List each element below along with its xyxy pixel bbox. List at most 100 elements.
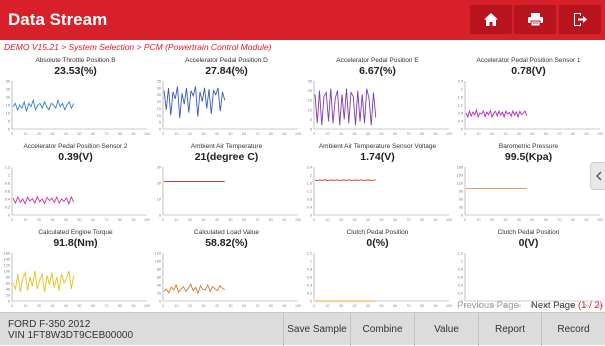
y-tick-label: 30: [157, 166, 161, 170]
y-tick-label: 20: [157, 100, 161, 104]
y-tick-label: 0: [8, 128, 10, 132]
side-panel-toggle[interactable]: [590, 162, 605, 190]
data-stream-item[interactable]: Ambient Air Temperature 21(degree C) 30 20 1…: [151, 140, 302, 226]
data-series-line: [163, 86, 226, 119]
item-name: Calculated Engine Torque: [38, 229, 113, 236]
y-tick-label: 0: [8, 300, 10, 304]
home-button[interactable]: [470, 5, 512, 34]
x-tick-label: 60: [393, 218, 397, 222]
x-tick-label: 100: [446, 304, 452, 308]
x-tick-label: 80: [269, 218, 273, 222]
item-chart: 2.4 2 1.6 1.2 0.8 0.4 00 10 20 30 40 50 60 70 80 90 100: [458, 80, 603, 137]
x-tick-label: 50: [531, 218, 535, 222]
x-tick-label: 20: [339, 218, 343, 222]
data-stream-item[interactable]: Clutch Pedal Position 0(%) 1.2 1 0.8 0.6 0.4 0.…: [302, 226, 453, 312]
x-tick-label: 80: [420, 304, 424, 308]
x-tick-label: 0: [162, 132, 164, 136]
y-tick-label: 0.8: [458, 112, 463, 116]
item-chart: 120 100 80 60 40 20 00 10 20 30 40 50 60 70 80 90 100: [155, 252, 301, 309]
item-name: Accelerator Pedal Position Sensor 1: [476, 57, 581, 64]
x-tick-label: 50: [229, 218, 233, 222]
x-tick-label: 10: [477, 132, 481, 136]
x-tick-label: 90: [283, 132, 287, 136]
next-page-link[interactable]: Next Page: [531, 300, 575, 311]
item-value: 99.5(Kpa): [504, 151, 553, 163]
data-stream-item[interactable]: Accelerator Pedal Position Sensor 1 0.78(…: [453, 54, 604, 140]
x-tick-label: 40: [64, 304, 68, 308]
data-stream-item[interactable]: Accelerator Pedal Position Sensor 2 0.39(…: [0, 140, 151, 226]
item-chart: 25201510500 10 20 30 40 50 60 70 80 90 100: [308, 80, 452, 137]
item-value: 27.84(%): [205, 65, 248, 77]
combine-button[interactable]: Combine: [350, 313, 414, 346]
x-tick-label: 80: [571, 132, 575, 136]
x-tick-label: 20: [188, 304, 192, 308]
chart-axes: [162, 81, 298, 130]
x-tick-label: 20: [339, 132, 343, 136]
chart-axes: [162, 253, 298, 302]
x-tick-label: 10: [326, 132, 330, 136]
report-button[interactable]: Report: [478, 313, 541, 346]
chart-axes: [313, 167, 449, 216]
y-tick-label: 1: [461, 260, 463, 264]
x-tick-label: 80: [118, 304, 122, 308]
y-tick-label: 0: [461, 128, 463, 132]
x-tick-label: 30: [51, 304, 55, 308]
data-stream-item[interactable]: Calculated Load Value 58.82(%) 120 100 80 60 4…: [151, 226, 302, 312]
item-chart: 2.4 2 1.6 1.2 0.8 0.4 00 10 20 30 40 50 60 70 80 90 100: [307, 166, 452, 223]
x-tick-label: 50: [380, 132, 384, 136]
item-name: Clutch Pedal Position: [346, 229, 409, 236]
x-tick-label: 30: [353, 132, 357, 136]
print-button[interactable]: [514, 5, 556, 34]
x-tick-label: 100: [295, 304, 301, 308]
item-value: 0(V): [518, 237, 539, 249]
y-tick-label: 5: [310, 118, 312, 122]
value-button[interactable]: Value: [414, 313, 478, 346]
x-tick-label: 40: [64, 218, 68, 222]
chart-axes: [11, 253, 147, 302]
y-tick-label: 0.8: [307, 198, 312, 202]
x-tick-label: 30: [202, 132, 206, 136]
x-tick-label: 70: [558, 132, 562, 136]
x-tick-label: 90: [434, 218, 438, 222]
data-stream-item[interactable]: Accelerator Pedal Position D 27.84(%) 35 30…: [151, 54, 302, 140]
x-tick-label: 0: [464, 132, 466, 136]
x-tick-label: 50: [78, 132, 82, 136]
x-tick-label: 90: [132, 132, 136, 136]
data-stream-item[interactable]: Barometric Pressure 99.5(Kpa) 180 150 120 90 6…: [453, 140, 604, 226]
x-tick-label: 0: [11, 218, 13, 222]
y-tick-label: 0.4: [458, 120, 463, 124]
previous-page-link[interactable]: Previous Page: [457, 300, 519, 311]
data-series-line: [163, 283, 225, 295]
x-tick-label: 20: [490, 132, 494, 136]
data-stream-item[interactable]: Accelerator Pedal Position E 6.67(%) 25 20 1…: [302, 54, 453, 140]
record-button[interactable]: Record: [541, 313, 605, 346]
x-tick-label: 80: [420, 132, 424, 136]
x-tick-label: 20: [37, 304, 41, 308]
y-tick-label: 0: [461, 214, 463, 218]
item-value: 0.78(V): [511, 65, 546, 77]
save-sample-button[interactable]: Save Sample: [283, 313, 350, 346]
x-tick-label: 80: [269, 132, 273, 136]
x-tick-label: 30: [51, 132, 55, 136]
y-tick-label: 60: [459, 198, 463, 202]
data-series-line: [465, 108, 528, 119]
y-tick-label: 0.2: [307, 292, 312, 296]
data-stream-item[interactable]: Absolute Throttle Position B 23.53(%) 30 25…: [0, 54, 151, 140]
data-series-line: [314, 88, 377, 126]
chevron-left-icon: [595, 171, 601, 181]
exit-button[interactable]: [559, 5, 601, 34]
x-tick-label: 50: [78, 304, 82, 308]
x-tick-label: 100: [144, 218, 150, 222]
y-tick-label: 120: [155, 252, 161, 256]
x-tick-label: 0: [162, 218, 164, 222]
y-tick-label: 2.4: [458, 80, 463, 84]
y-tick-label: 10: [308, 108, 312, 112]
x-tick-label: 70: [105, 132, 109, 136]
x-tick-label: 60: [91, 304, 95, 308]
data-stream-item[interactable]: Ambient Air Temperature Sensor Voltage 1.…: [302, 140, 453, 226]
data-stream-item[interactable]: Calculated Engine Torque 91.8(Nm) 160 140 12…: [0, 226, 151, 312]
y-tick-label: 60: [157, 276, 161, 280]
x-tick-label: 90: [585, 218, 589, 222]
x-tick-label: 40: [215, 132, 219, 136]
y-tick-label: 0.6: [458, 276, 463, 280]
